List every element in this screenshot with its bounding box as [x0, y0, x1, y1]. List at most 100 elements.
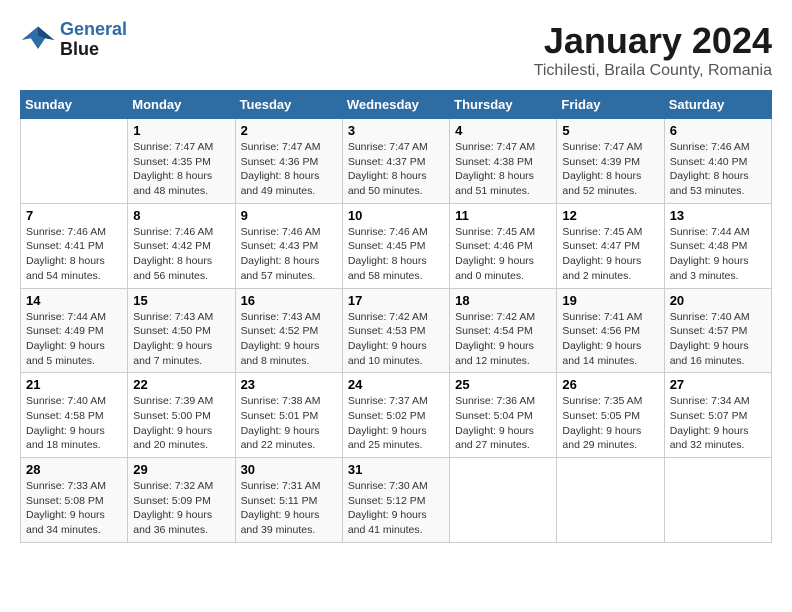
- calendar-cell: 29 Sunrise: 7:32 AMSunset: 5:09 PMDayligh…: [128, 458, 235, 543]
- day-number: 24: [348, 377, 444, 392]
- calendar-header-row: SundayMondayTuesdayWednesdayThursdayFrid…: [21, 91, 772, 119]
- calendar-week-0: 1 Sunrise: 7:47 AMSunset: 4:35 PMDaylight…: [21, 119, 772, 204]
- day-info: Sunrise: 7:44 AMSunset: 4:49 PMDaylight:…: [26, 310, 122, 369]
- calendar-cell: [21, 119, 128, 204]
- calendar-cell: 4 Sunrise: 7:47 AMSunset: 4:38 PMDaylight…: [450, 119, 557, 204]
- calendar-cell: 12 Sunrise: 7:45 AMSunset: 4:47 PMDayligh…: [557, 203, 664, 288]
- day-info: Sunrise: 7:38 AMSunset: 5:01 PMDaylight:…: [241, 394, 337, 453]
- calendar-cell: 7 Sunrise: 7:46 AMSunset: 4:41 PMDaylight…: [21, 203, 128, 288]
- day-info: Sunrise: 7:43 AMSunset: 4:50 PMDaylight:…: [133, 310, 229, 369]
- title-block: January 2024 Tichilesti, Braila County, …: [534, 20, 772, 80]
- calendar-cell: 31 Sunrise: 7:30 AMSunset: 5:12 PMDayligh…: [342, 458, 449, 543]
- day-number: 20: [670, 293, 766, 308]
- day-info: Sunrise: 7:46 AMSunset: 4:42 PMDaylight:…: [133, 225, 229, 284]
- day-info: Sunrise: 7:35 AMSunset: 5:05 PMDaylight:…: [562, 394, 658, 453]
- calendar-cell: 24 Sunrise: 7:37 AMSunset: 5:02 PMDayligh…: [342, 373, 449, 458]
- day-info: Sunrise: 7:46 AMSunset: 4:41 PMDaylight:…: [26, 225, 122, 284]
- day-number: 6: [670, 123, 766, 138]
- page-header: General Blue January 2024 Tichilesti, Br…: [20, 20, 772, 80]
- day-info: Sunrise: 7:41 AMSunset: 4:56 PMDaylight:…: [562, 310, 658, 369]
- calendar-cell: 27 Sunrise: 7:34 AMSunset: 5:07 PMDayligh…: [664, 373, 771, 458]
- calendar-cell: 21 Sunrise: 7:40 AMSunset: 4:58 PMDayligh…: [21, 373, 128, 458]
- calendar-cell: 9 Sunrise: 7:46 AMSunset: 4:43 PMDaylight…: [235, 203, 342, 288]
- calendar-cell: 18 Sunrise: 7:42 AMSunset: 4:54 PMDayligh…: [450, 288, 557, 373]
- calendar-cell: 20 Sunrise: 7:40 AMSunset: 4:57 PMDayligh…: [664, 288, 771, 373]
- day-number: 23: [241, 377, 337, 392]
- calendar-cell: 26 Sunrise: 7:35 AMSunset: 5:05 PMDayligh…: [557, 373, 664, 458]
- day-info: Sunrise: 7:42 AMSunset: 4:54 PMDaylight:…: [455, 310, 551, 369]
- calendar-cell: 8 Sunrise: 7:46 AMSunset: 4:42 PMDaylight…: [128, 203, 235, 288]
- day-info: Sunrise: 7:37 AMSunset: 5:02 PMDaylight:…: [348, 394, 444, 453]
- calendar-cell: 23 Sunrise: 7:38 AMSunset: 5:01 PMDayligh…: [235, 373, 342, 458]
- calendar-cell: 19Sunrise: 7:41 AMSunset: 4:56 PMDayligh…: [557, 288, 664, 373]
- day-info: Sunrise: 7:40 AMSunset: 4:57 PMDaylight:…: [670, 310, 766, 369]
- calendar-week-1: 7 Sunrise: 7:46 AMSunset: 4:41 PMDaylight…: [21, 203, 772, 288]
- day-number: 16: [241, 293, 337, 308]
- day-number: 21: [26, 377, 122, 392]
- header-tuesday: Tuesday: [235, 91, 342, 119]
- day-info: Sunrise: 7:33 AMSunset: 5:08 PMDaylight:…: [26, 479, 122, 538]
- day-number: 9: [241, 208, 337, 223]
- day-info: Sunrise: 7:45 AMSunset: 4:46 PMDaylight:…: [455, 225, 551, 284]
- logo: General Blue: [20, 20, 127, 60]
- day-number: 11: [455, 208, 551, 223]
- day-number: 17: [348, 293, 444, 308]
- calendar-cell: 13Sunrise: 7:44 AMSunset: 4:48 PMDayligh…: [664, 203, 771, 288]
- calendar-table: SundayMondayTuesdayWednesdayThursdayFrid…: [20, 90, 772, 543]
- day-number: 30: [241, 462, 337, 477]
- calendar-cell: 11 Sunrise: 7:45 AMSunset: 4:46 PMDayligh…: [450, 203, 557, 288]
- calendar-week-2: 14Sunrise: 7:44 AMSunset: 4:49 PMDayligh…: [21, 288, 772, 373]
- calendar-cell: 14Sunrise: 7:44 AMSunset: 4:49 PMDayligh…: [21, 288, 128, 373]
- calendar-cell: 22 Sunrise: 7:39 AMSunset: 5:00 PMDayligh…: [128, 373, 235, 458]
- day-number: 12: [562, 208, 658, 223]
- header-thursday: Thursday: [450, 91, 557, 119]
- day-info: Sunrise: 7:43 AMSunset: 4:52 PMDaylight:…: [241, 310, 337, 369]
- day-info: Sunrise: 7:39 AMSunset: 5:00 PMDaylight:…: [133, 394, 229, 453]
- main-title: January 2024: [534, 20, 772, 62]
- calendar-cell: 30 Sunrise: 7:31 AMSunset: 5:11 PMDayligh…: [235, 458, 342, 543]
- day-info: Sunrise: 7:47 AMSunset: 4:38 PMDaylight:…: [455, 140, 551, 199]
- day-info: Sunrise: 7:44 AMSunset: 4:48 PMDaylight:…: [670, 225, 766, 284]
- logo-bird-icon: [20, 22, 56, 58]
- day-info: Sunrise: 7:30 AMSunset: 5:12 PMDaylight:…: [348, 479, 444, 538]
- calendar-cell: 6Sunrise: 7:46 AMSunset: 4:40 PMDaylight…: [664, 119, 771, 204]
- day-info: Sunrise: 7:47 AMSunset: 4:37 PMDaylight:…: [348, 140, 444, 199]
- day-number: 7: [26, 208, 122, 223]
- day-info: Sunrise: 7:46 AMSunset: 4:43 PMDaylight:…: [241, 225, 337, 284]
- calendar-cell: 10Sunrise: 7:46 AMSunset: 4:45 PMDayligh…: [342, 203, 449, 288]
- subtitle: Tichilesti, Braila County, Romania: [534, 62, 772, 80]
- calendar-cell: 17Sunrise: 7:42 AMSunset: 4:53 PMDayligh…: [342, 288, 449, 373]
- day-info: Sunrise: 7:32 AMSunset: 5:09 PMDaylight:…: [133, 479, 229, 538]
- calendar-cell: 25 Sunrise: 7:36 AMSunset: 5:04 PMDayligh…: [450, 373, 557, 458]
- day-info: Sunrise: 7:31 AMSunset: 5:11 PMDaylight:…: [241, 479, 337, 538]
- calendar-cell: [557, 458, 664, 543]
- day-number: 1: [133, 123, 229, 138]
- day-number: 31: [348, 462, 444, 477]
- day-number: 26: [562, 377, 658, 392]
- day-info: Sunrise: 7:36 AMSunset: 5:04 PMDaylight:…: [455, 394, 551, 453]
- day-number: 28: [26, 462, 122, 477]
- day-number: 25: [455, 377, 551, 392]
- day-number: 8: [133, 208, 229, 223]
- header-friday: Friday: [557, 91, 664, 119]
- day-info: Sunrise: 7:45 AMSunset: 4:47 PMDaylight:…: [562, 225, 658, 284]
- header-saturday: Saturday: [664, 91, 771, 119]
- day-number: 27: [670, 377, 766, 392]
- day-number: 2: [241, 123, 337, 138]
- calendar-cell: [664, 458, 771, 543]
- day-info: Sunrise: 7:47 AMSunset: 4:35 PMDaylight:…: [133, 140, 229, 199]
- calendar-week-3: 21 Sunrise: 7:40 AMSunset: 4:58 PMDayligh…: [21, 373, 772, 458]
- day-number: 4: [455, 123, 551, 138]
- day-number: 18: [455, 293, 551, 308]
- logo-text: General Blue: [60, 20, 127, 60]
- calendar-cell: 2 Sunrise: 7:47 AMSunset: 4:36 PMDaylight…: [235, 119, 342, 204]
- day-number: 29: [133, 462, 229, 477]
- day-info: Sunrise: 7:47 AMSunset: 4:36 PMDaylight:…: [241, 140, 337, 199]
- day-info: Sunrise: 7:34 AMSunset: 5:07 PMDaylight:…: [670, 394, 766, 453]
- day-number: 3: [348, 123, 444, 138]
- calendar-week-4: 28 Sunrise: 7:33 AMSunset: 5:08 PMDayligh…: [21, 458, 772, 543]
- header-wednesday: Wednesday: [342, 91, 449, 119]
- calendar-cell: 3 Sunrise: 7:47 AMSunset: 4:37 PMDaylight…: [342, 119, 449, 204]
- day-info: Sunrise: 7:40 AMSunset: 4:58 PMDaylight:…: [26, 394, 122, 453]
- day-number: 22: [133, 377, 229, 392]
